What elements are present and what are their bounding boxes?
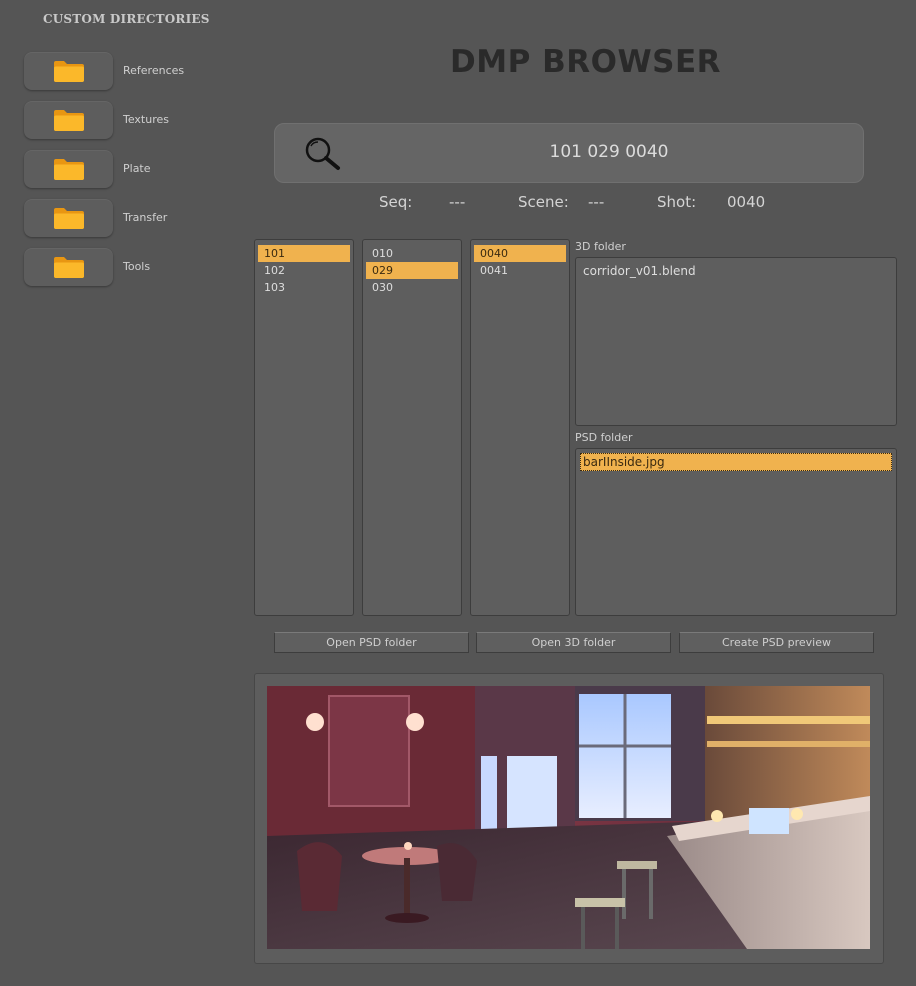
create-psd-preview-button[interactable]: Create PSD preview <box>679 632 874 653</box>
file-3d-item[interactable]: corridor_v01.blend <box>576 262 896 280</box>
dir-label-plate: Plate <box>123 162 151 175</box>
dir-item-transfer[interactable]: Transfer <box>24 199 224 237</box>
folder-3d-label: 3D folder <box>575 240 626 253</box>
dir-button-textures[interactable] <box>24 101 113 139</box>
scene-list[interactable]: 010 029 030 <box>362 239 462 616</box>
dir-item-references[interactable]: References <box>24 52 224 90</box>
dir-label-references: References <box>123 64 185 77</box>
dir-button-references[interactable] <box>24 52 113 90</box>
sequence-item[interactable]: 103 <box>258 279 350 296</box>
shot-item[interactable]: 0041 <box>474 262 566 279</box>
dir-label-tools: Tools <box>123 260 151 273</box>
folder-psd-list[interactable]: barIInside.jpg <box>575 448 897 616</box>
scene-item[interactable]: 029 <box>366 262 458 279</box>
search-input[interactable]: 101 029 0040 <box>275 142 863 162</box>
file-psd-item[interactable]: barIInside.jpg <box>580 453 892 471</box>
dir-item-tools[interactable]: Tools <box>24 248 224 286</box>
dir-label-textures: Textures <box>123 113 169 126</box>
seq-label: Seq: <box>379 193 413 211</box>
seq-value: --- <box>449 193 466 211</box>
sequence-item[interactable]: 102 <box>258 262 350 279</box>
scene-value: --- <box>588 193 605 211</box>
dir-item-plate[interactable]: Plate <box>24 150 224 188</box>
dir-button-plate[interactable] <box>24 150 113 188</box>
dir-button-transfer[interactable] <box>24 199 113 237</box>
shot-item[interactable]: 0040 <box>474 245 566 262</box>
folder-3d-list[interactable]: corridor_v01.blend <box>575 257 897 426</box>
folder-psd-label: PSD folder <box>575 431 633 444</box>
sidebar-title: CUSTOM DIRECTORIES <box>43 12 210 26</box>
shot-label: Shot: <box>657 193 697 211</box>
scene-item[interactable]: 010 <box>366 245 458 262</box>
folder-icon <box>54 110 84 131</box>
open-psd-folder-button[interactable]: Open PSD folder <box>274 632 469 653</box>
scene-item[interactable]: 030 <box>366 279 458 296</box>
open-3d-folder-button[interactable]: Open 3D folder <box>476 632 671 653</box>
dir-button-tools[interactable] <box>24 248 113 286</box>
scene-label: Scene: <box>518 193 569 211</box>
preview-frame <box>254 673 884 964</box>
shot-value: 0040 <box>727 193 766 211</box>
dir-item-textures[interactable]: Textures <box>24 101 224 139</box>
folder-icon <box>54 208 84 229</box>
folder-icon <box>54 159 84 180</box>
folder-icon <box>54 61 84 82</box>
dir-label-transfer: Transfer <box>123 211 168 224</box>
preview-image <box>267 686 870 949</box>
shot-list[interactable]: 0040 0041 <box>470 239 570 616</box>
sequence-item[interactable]: 101 <box>258 245 350 262</box>
search-box[interactable]: 101 029 0040 <box>274 123 864 183</box>
sequence-list[interactable]: 101 102 103 <box>254 239 354 616</box>
folder-icon <box>54 257 84 278</box>
app-title: DMP BROWSER <box>450 44 722 80</box>
